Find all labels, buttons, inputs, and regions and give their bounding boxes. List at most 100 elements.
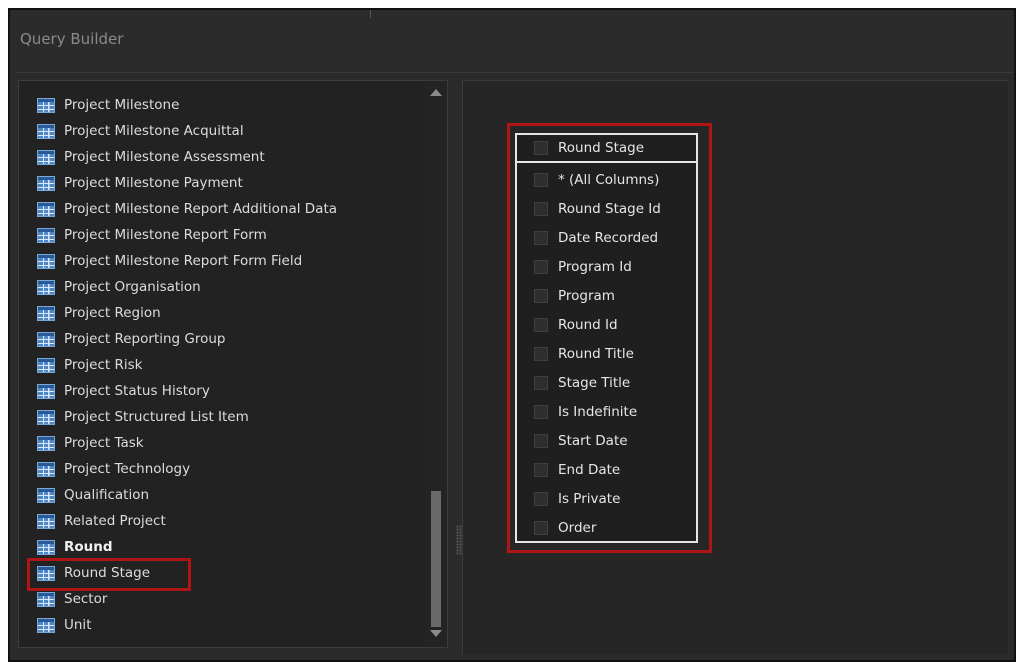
column-label: Start Date: [558, 432, 628, 449]
table-grid-icon: [37, 565, 55, 581]
table-list-item[interactable]: Project Milestone: [37, 93, 179, 117]
column-row[interactable]: Date Recorded: [517, 223, 696, 252]
column-label: Round Stage Id: [558, 200, 661, 217]
column-row[interactable]: Program: [517, 281, 696, 310]
column-checkbox[interactable]: [534, 288, 548, 303]
table-grid-icon: [37, 357, 55, 373]
table-list-item-label: Related Project: [64, 513, 166, 529]
table-list-item[interactable]: Project Risk: [37, 353, 142, 377]
table-list-item[interactable]: Project Region: [37, 301, 161, 325]
table-list-item-label: Project Technology: [64, 461, 191, 477]
column-checkbox[interactable]: [534, 259, 548, 274]
column-checkbox[interactable]: [534, 404, 548, 419]
column-label: Is Private: [558, 490, 621, 507]
table-list-item[interactable]: Project Milestone Assessment: [37, 145, 265, 169]
table-list-item-label: Unit: [64, 617, 92, 633]
table-grid-icon: [37, 201, 55, 217]
table-list-item[interactable]: Project Task: [37, 431, 144, 455]
column-checkbox[interactable]: [534, 433, 548, 448]
title-separator: [16, 72, 1014, 73]
table-grid-icon: [37, 487, 55, 503]
table-grid-icon: [37, 253, 55, 269]
scroll-up-arrow-icon[interactable]: [430, 89, 442, 96]
column-row[interactable]: Start Date: [517, 426, 696, 455]
table-list-item[interactable]: Project Status History: [37, 379, 210, 403]
scroll-down-arrow-icon[interactable]: [430, 630, 442, 637]
table-list-item-label: Project Structured List Item: [64, 409, 249, 425]
table-list-item-label: Project Status History: [64, 383, 210, 399]
table-list-item-label: Project Milestone Report Form: [64, 227, 267, 243]
table-list-item[interactable]: Round: [37, 535, 113, 559]
table-grid-icon: [37, 409, 55, 425]
column-checkbox[interactable]: [534, 520, 548, 535]
table-list-item-label: Project Region: [64, 305, 161, 321]
table-list-item-label: Project Milestone: [64, 97, 180, 113]
table-list-item[interactable]: Project Organisation: [37, 275, 201, 299]
table-grid-icon: [37, 435, 55, 451]
column-row[interactable]: Program Id: [517, 252, 696, 281]
table-list-item[interactable]: Qualification: [37, 483, 149, 507]
table-list-item-label: Round Stage: [64, 565, 151, 581]
column-label: Is Indefinite: [558, 403, 638, 420]
column-row[interactable]: End Date: [517, 455, 696, 484]
table-list-item[interactable]: Project Milestone Report Additional Data: [37, 197, 337, 221]
table-list-item[interactable]: Project Reporting Group: [37, 327, 226, 351]
table-list-item[interactable]: Project Milestone Report Form Field: [37, 249, 302, 273]
column-row[interactable]: Is Indefinite: [517, 397, 696, 426]
column-row[interactable]: Is Private: [517, 484, 696, 513]
column-checkbox[interactable]: [534, 317, 548, 332]
table-grid-icon: [37, 331, 55, 347]
column-checkbox[interactable]: [534, 462, 548, 477]
round-stage-table-box[interactable]: Round Stage * (All Columns) Round Stage I…: [515, 133, 698, 543]
column-checkbox[interactable]: [534, 201, 548, 216]
column-checkbox[interactable]: [534, 172, 548, 187]
table-list-item[interactable]: Project Milestone Report Form: [37, 223, 267, 247]
table-list-item[interactable]: Project Structured List Item: [37, 405, 249, 429]
column-label: Round Id: [558, 316, 618, 333]
column-row[interactable]: Round Title: [517, 339, 696, 368]
tables-list-scrollbar[interactable]: [425, 81, 447, 647]
table-list-item-label: Round: [64, 539, 113, 555]
table-grid-icon: [37, 149, 55, 165]
column-row[interactable]: Order: [517, 513, 696, 542]
table-list-item[interactable]: Project Milestone Payment: [37, 171, 243, 195]
table-grid-icon: [37, 461, 55, 477]
table-list-item-label: Project Reporting Group: [64, 331, 226, 347]
scrollbar-thumb[interactable]: [431, 491, 441, 627]
column-row[interactable]: * (All Columns): [517, 165, 696, 194]
column-checkbox[interactable]: [534, 375, 548, 390]
column-row[interactable]: Round Stage Id: [517, 194, 696, 223]
table-grid-icon: [37, 591, 55, 607]
table-list-item[interactable]: Related Project: [37, 509, 166, 533]
column-checkbox[interactable]: [534, 346, 548, 361]
table-list-item[interactable]: Unit: [37, 613, 91, 637]
column-label: * (All Columns): [558, 171, 660, 188]
column-label: End Date: [558, 461, 621, 478]
table-grid-icon: [37, 305, 55, 321]
table-grid-icon: [37, 97, 55, 113]
column-label: Stage Title: [558, 374, 631, 391]
table-grid-icon: [37, 279, 55, 295]
tables-list-panel[interactable]: Project Milestone Project Milestone Acqui…: [18, 80, 448, 648]
table-list-item-label: Project Task: [64, 435, 144, 451]
window-title: Query Builder: [20, 30, 124, 48]
table-grid-icon: [37, 617, 55, 633]
table-grid-icon: [37, 123, 55, 139]
table-select-all-checkbox[interactable]: [534, 141, 548, 155]
table-box-header[interactable]: Round Stage: [517, 135, 696, 163]
column-checkbox[interactable]: [534, 230, 548, 245]
table-list-item-label: Project Milestone Payment: [64, 175, 243, 191]
column-row[interactable]: Stage Title: [517, 368, 696, 397]
table-list-item-label: Project Milestone Assessment: [64, 149, 265, 165]
column-label: Round Title: [558, 345, 634, 362]
table-list-item[interactable]: Project Milestone Acquittal: [37, 119, 244, 143]
column-label: Date Recorded: [558, 229, 659, 246]
table-list-item[interactable]: Sector: [37, 587, 107, 611]
title-divider: [370, 10, 371, 18]
table-list-item-label: Project Milestone Acquittal: [64, 123, 244, 139]
table-box-title: Round Stage: [558, 140, 645, 156]
column-checkbox[interactable]: [534, 491, 548, 506]
table-list-item[interactable]: Round Stage: [37, 561, 150, 585]
column-row[interactable]: Round Id: [517, 310, 696, 339]
table-list-item[interactable]: Project Technology: [37, 457, 190, 481]
